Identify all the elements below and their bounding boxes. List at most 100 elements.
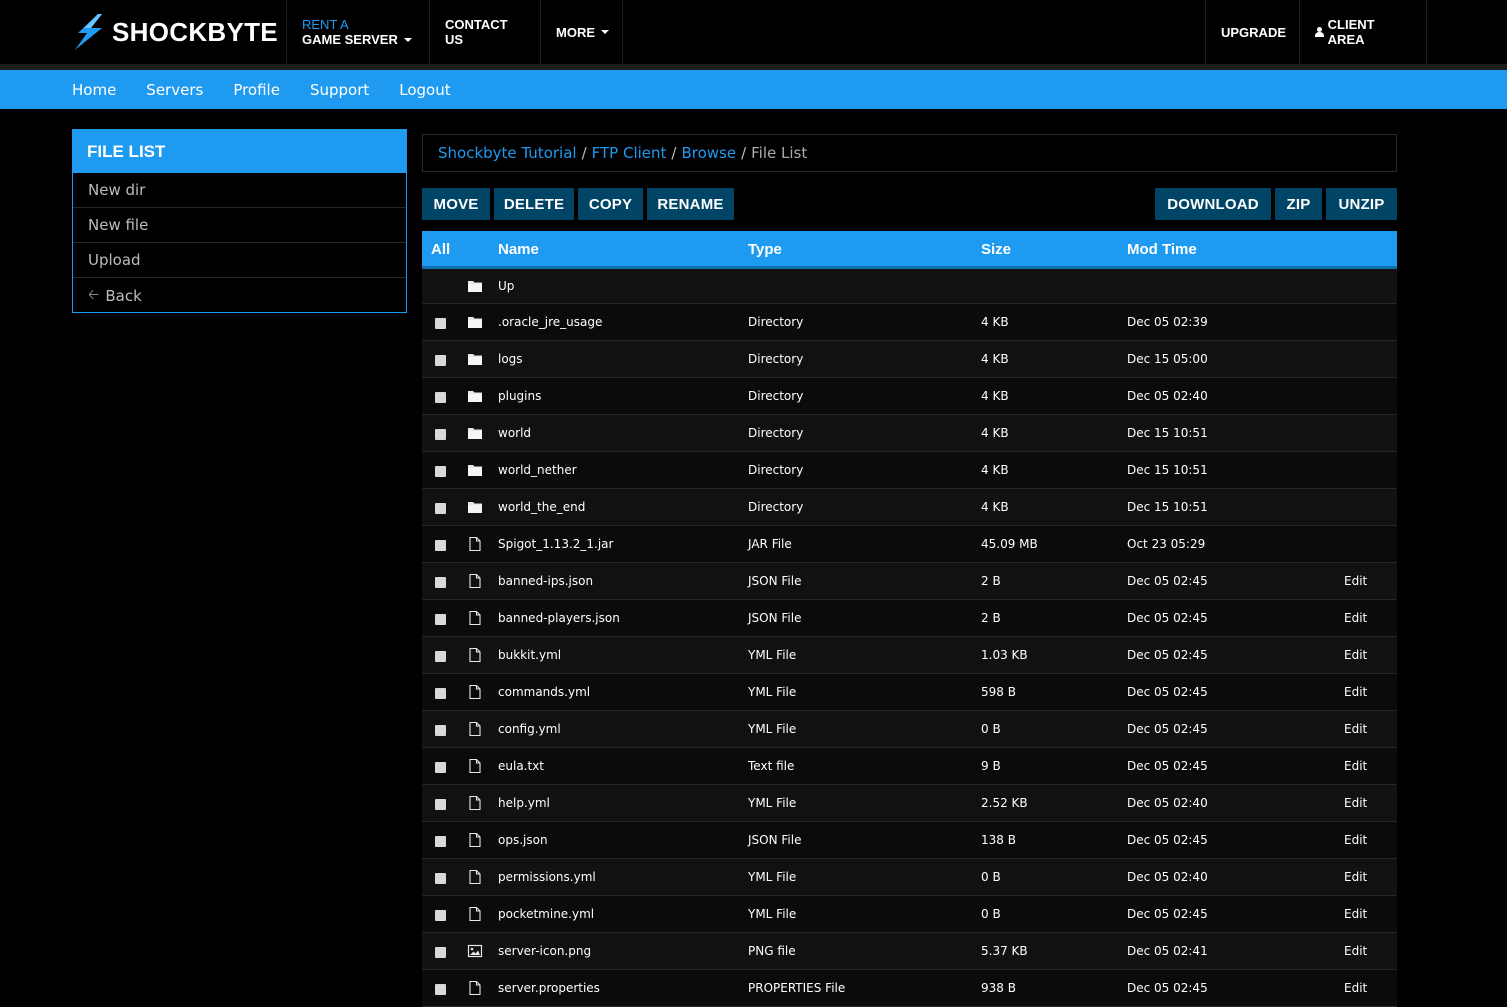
size-column-header[interactable]: Size: [981, 241, 1011, 258]
table-row[interactable]: commands.yml YML File 598 B Dec 05 02:45…: [422, 674, 1397, 711]
copy-button[interactable]: COPY: [578, 188, 643, 220]
breadcrumb-shockbyte-tutorial[interactable]: Shockbyte Tutorial: [438, 144, 577, 162]
download-button[interactable]: DOWNLOAD: [1155, 188, 1271, 220]
row-checkbox[interactable]: [435, 910, 446, 921]
table-row[interactable]: eula.txt Text file 9 B Dec 05 02:45 Edit: [422, 748, 1397, 785]
rename-button[interactable]: RENAME: [647, 188, 734, 220]
subnav-servers[interactable]: Servers: [131, 81, 218, 99]
select-all-toggle[interactable]: All: [431, 241, 450, 258]
delete-button[interactable]: DELETE: [494, 188, 574, 220]
client-area-link[interactable]: CLIENT AREA: [1299, 0, 1427, 64]
brand-logo[interactable]: SHOCKBYTE: [72, 12, 278, 52]
table-row[interactable]: config.yml YML File 0 B Dec 05 02:45 Edi…: [422, 711, 1397, 748]
row-checkbox[interactable]: [435, 688, 446, 699]
row-checkbox[interactable]: [435, 429, 446, 440]
edit-link[interactable]: Edit: [1344, 796, 1367, 810]
table-row[interactable]: banned-ips.json JSON File 2 B Dec 05 02:…: [422, 563, 1397, 600]
row-checkbox[interactable]: [435, 318, 446, 329]
file-name[interactable]: help.yml: [498, 796, 550, 810]
table-row[interactable]: world Directory 4 KB Dec 15 10:51: [422, 415, 1397, 452]
subnav-home[interactable]: Home: [57, 81, 131, 99]
table-row[interactable]: bukkit.yml YML File 1.03 KB Dec 05 02:45…: [422, 637, 1397, 674]
file-name[interactable]: eula.txt: [498, 759, 544, 773]
file-name[interactable]: banned-players.json: [498, 611, 620, 625]
row-checkbox[interactable]: [435, 466, 446, 477]
subnav-logout[interactable]: Logout: [384, 81, 465, 99]
row-checkbox[interactable]: [435, 984, 446, 995]
file-name[interactable]: permissions.yml: [498, 870, 596, 884]
file-name[interactable]: bukkit.yml: [498, 648, 561, 662]
file-name[interactable]: plugins: [498, 389, 541, 403]
mod-time-column-header[interactable]: Mod Time: [1127, 241, 1197, 258]
file-name[interactable]: banned-ips.json: [498, 574, 593, 588]
edit-link[interactable]: Edit: [1344, 833, 1367, 847]
row-checkbox[interactable]: [435, 873, 446, 884]
contact-us-link[interactable]: CONTACT US: [429, 0, 540, 64]
row-checkbox[interactable]: [435, 577, 446, 588]
file-name[interactable]: server.properties: [498, 981, 600, 995]
table-row[interactable]: server.properties PROPERTIES File 938 B …: [422, 970, 1397, 1007]
breadcrumb-ftp-client[interactable]: FTP Client: [592, 144, 667, 162]
file-name[interactable]: Spigot_1.13.2_1.jar: [498, 537, 613, 551]
table-row[interactable]: pocketmine.yml YML File 0 B Dec 05 02:45…: [422, 896, 1397, 933]
file-name[interactable]: world_nether: [498, 463, 577, 477]
table-row[interactable]: banned-players.json JSON File 2 B Dec 05…: [422, 600, 1397, 637]
edit-link[interactable]: Edit: [1344, 759, 1367, 773]
table-row[interactable]: plugins Directory 4 KB Dec 05 02:40: [422, 378, 1397, 415]
row-checkbox[interactable]: [435, 614, 446, 625]
table-row[interactable]: ops.json JSON File 138 B Dec 05 02:45 Ed…: [422, 822, 1397, 859]
back-link[interactable]: 🡠 Back: [73, 278, 406, 313]
edit-link[interactable]: Edit: [1344, 870, 1367, 884]
edit-link[interactable]: Edit: [1344, 944, 1367, 958]
row-checkbox[interactable]: [435, 762, 446, 773]
new-file-link[interactable]: New file: [73, 208, 406, 243]
subnav-profile[interactable]: Profile: [218, 81, 295, 99]
table-row[interactable]: server-icon.png PNG file 5.37 KB Dec 05 …: [422, 933, 1397, 970]
row-checkbox[interactable]: [435, 540, 446, 551]
file-name[interactable]: server-icon.png: [498, 944, 591, 958]
edit-link[interactable]: Edit: [1344, 685, 1367, 699]
file-name[interactable]: config.yml: [498, 722, 561, 736]
row-checkbox[interactable]: [435, 799, 446, 810]
row-checkbox[interactable]: [435, 392, 446, 403]
file-name[interactable]: commands.yml: [498, 685, 590, 699]
row-checkbox[interactable]: [435, 503, 446, 514]
new-dir-link[interactable]: New dir: [73, 173, 406, 208]
type-column-header[interactable]: Type: [748, 241, 782, 258]
table-row[interactable]: .oracle_jre_usage Directory 4 KB Dec 05 …: [422, 304, 1397, 341]
row-checkbox[interactable]: [435, 725, 446, 736]
subnav-support[interactable]: Support: [295, 81, 384, 99]
table-row[interactable]: logs Directory 4 KB Dec 15 05:00: [422, 341, 1397, 378]
rent-game-server-menu[interactable]: RENT A GAME SERVER: [286, 0, 429, 64]
table-row[interactable]: help.yml YML File 2.52 KB Dec 05 02:40 E…: [422, 785, 1397, 822]
table-row[interactable]: permissions.yml YML File 0 B Dec 05 02:4…: [422, 859, 1397, 896]
table-row[interactable]: Spigot_1.13.2_1.jar JAR File 45.09 MB Oc…: [422, 526, 1397, 563]
edit-link[interactable]: Edit: [1344, 611, 1367, 625]
edit-link[interactable]: Edit: [1344, 648, 1367, 662]
breadcrumb-browse[interactable]: Browse: [681, 144, 736, 162]
name-column-header[interactable]: Name: [498, 241, 539, 258]
table-row[interactable]: world_the_end Directory 4 KB Dec 15 10:5…: [422, 489, 1397, 526]
move-button[interactable]: MOVE: [422, 188, 490, 220]
row-checkbox[interactable]: [435, 651, 446, 662]
file-name[interactable]: world: [498, 426, 531, 440]
unzip-button[interactable]: UNZIP: [1326, 188, 1397, 220]
up-directory-row[interactable]: Up: [422, 269, 1397, 304]
edit-link[interactable]: Edit: [1344, 722, 1367, 736]
file-name[interactable]: ops.json: [498, 833, 548, 847]
file-name[interactable]: world_the_end: [498, 500, 585, 514]
row-checkbox[interactable]: [435, 947, 446, 958]
file-name[interactable]: pocketmine.yml: [498, 907, 594, 921]
upload-link[interactable]: Upload: [73, 243, 406, 278]
file-name[interactable]: .oracle_jre_usage: [498, 315, 602, 329]
row-checkbox[interactable]: [435, 355, 446, 366]
more-menu[interactable]: MORE: [540, 0, 623, 64]
upgrade-link[interactable]: UPGRADE: [1205, 0, 1299, 64]
edit-link[interactable]: Edit: [1344, 981, 1367, 995]
edit-link[interactable]: Edit: [1344, 574, 1367, 588]
edit-link[interactable]: Edit: [1344, 907, 1367, 921]
table-row[interactable]: world_nether Directory 4 KB Dec 15 10:51: [422, 452, 1397, 489]
zip-button[interactable]: ZIP: [1275, 188, 1322, 220]
file-name[interactable]: logs: [498, 352, 523, 366]
row-checkbox[interactable]: [435, 836, 446, 847]
